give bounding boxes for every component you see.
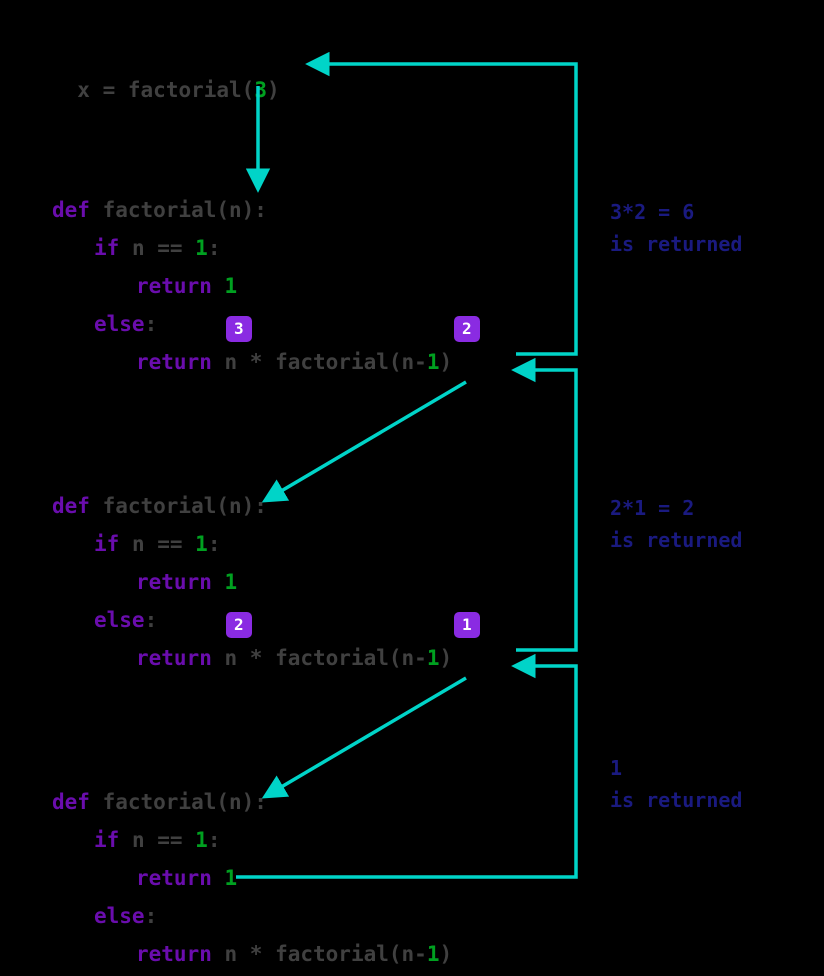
if-one: 1	[195, 828, 208, 852]
return1-line-3: return 1	[136, 866, 237, 890]
else-line-1: else:	[94, 312, 157, 336]
else-line-3: else:	[94, 904, 157, 928]
return-one: 1	[225, 570, 238, 594]
return2-line-3: return n * factorial(n-1)	[136, 942, 452, 966]
return2-expr: n * factorial(n-	[225, 350, 427, 374]
if-one: 1	[195, 532, 208, 556]
annot-2: 2*1 = 2 is returned	[610, 492, 742, 556]
return2-kw: return	[136, 942, 225, 966]
assign-lhs: x	[77, 78, 102, 102]
if-kw: if	[94, 532, 132, 556]
return2-close: )	[439, 350, 452, 374]
if-cond: n ==	[132, 236, 195, 260]
return-kw: return	[136, 570, 225, 594]
return-one: 1	[225, 866, 238, 890]
return2-line-1: return n * factorial(n-1)	[136, 350, 452, 374]
badge-n-2: 2	[226, 612, 252, 638]
if-one: 1	[195, 236, 208, 260]
else-colon: :	[145, 904, 158, 928]
return2-line-2: return n * factorial(n-1)	[136, 646, 452, 670]
annot-3-bot: is returned	[610, 788, 742, 812]
badge-nminus1-1: 2	[454, 316, 480, 342]
return-one: 1	[225, 274, 238, 298]
else-colon: :	[145, 608, 158, 632]
annot-2-bot: is returned	[610, 528, 742, 552]
return2-one: 1	[427, 646, 440, 670]
if-line-3: if n == 1:	[94, 828, 220, 852]
if-colon: :	[208, 828, 221, 852]
if-kw: if	[94, 828, 132, 852]
if-cond: n ==	[132, 828, 195, 852]
return2-one: 1	[427, 350, 440, 374]
else-colon: :	[145, 312, 158, 336]
def-kw: def	[52, 198, 103, 222]
return2-kw: return	[136, 646, 225, 670]
def-name: factorial(n):	[103, 790, 267, 814]
else-kw: else	[94, 312, 145, 336]
return2-one: 1	[427, 942, 440, 966]
def-line-1: def factorial(n):	[52, 198, 267, 222]
annot-1: 3*2 = 6 is returned	[610, 196, 742, 260]
def-name: factorial(n):	[103, 198, 267, 222]
arrow-return-block3	[236, 666, 576, 877]
annot-3: 1 is returned	[610, 752, 742, 816]
if-colon: :	[208, 236, 221, 260]
badge-n-1: 3	[226, 316, 252, 342]
call-line: x = factorial(3)	[52, 54, 280, 102]
return2-expr: n * factorial(n-	[225, 646, 427, 670]
else-kw: else	[94, 608, 145, 632]
if-cond: n ==	[132, 532, 195, 556]
arrow-block2-to-def3	[266, 678, 466, 796]
if-line-1: if n == 1:	[94, 236, 220, 260]
assign-eq: =	[103, 78, 128, 102]
return-kw: return	[136, 866, 225, 890]
return2-expr: n * factorial(n-	[225, 942, 427, 966]
else-line-2: else:	[94, 608, 157, 632]
def-kw: def	[52, 494, 103, 518]
annot-1-bot: is returned	[610, 232, 742, 256]
else-kw: else	[94, 904, 145, 928]
arrow-return-block1	[310, 64, 576, 354]
diagram-canvas: { "call": {"lhs":"x ","eq":"= ","fn":"fa…	[0, 0, 824, 976]
return-kw: return	[136, 274, 225, 298]
if-line-2: if n == 1:	[94, 532, 220, 556]
def-line-2: def factorial(n):	[52, 494, 267, 518]
arrow-return-block2	[516, 370, 576, 650]
def-line-3: def factorial(n):	[52, 790, 267, 814]
def-kw: def	[52, 790, 103, 814]
annot-3-top: 1	[610, 756, 622, 780]
call-arg: 3	[254, 78, 267, 102]
call-fn: factorial(	[128, 78, 254, 102]
return1-line-2: return 1	[136, 570, 237, 594]
return1-line-1: return 1	[136, 274, 237, 298]
if-colon: :	[208, 532, 221, 556]
return2-close: )	[439, 646, 452, 670]
arrow-block1-to-def2	[266, 382, 466, 500]
return2-kw: return	[136, 350, 225, 374]
badge-nminus1-2: 1	[454, 612, 480, 638]
return2-close: )	[439, 942, 452, 966]
annot-2-top: 2*1 = 2	[610, 496, 694, 520]
if-kw: if	[94, 236, 132, 260]
annot-1-top: 3*2 = 6	[610, 200, 694, 224]
call-close: )	[267, 78, 280, 102]
def-name: factorial(n):	[103, 494, 267, 518]
